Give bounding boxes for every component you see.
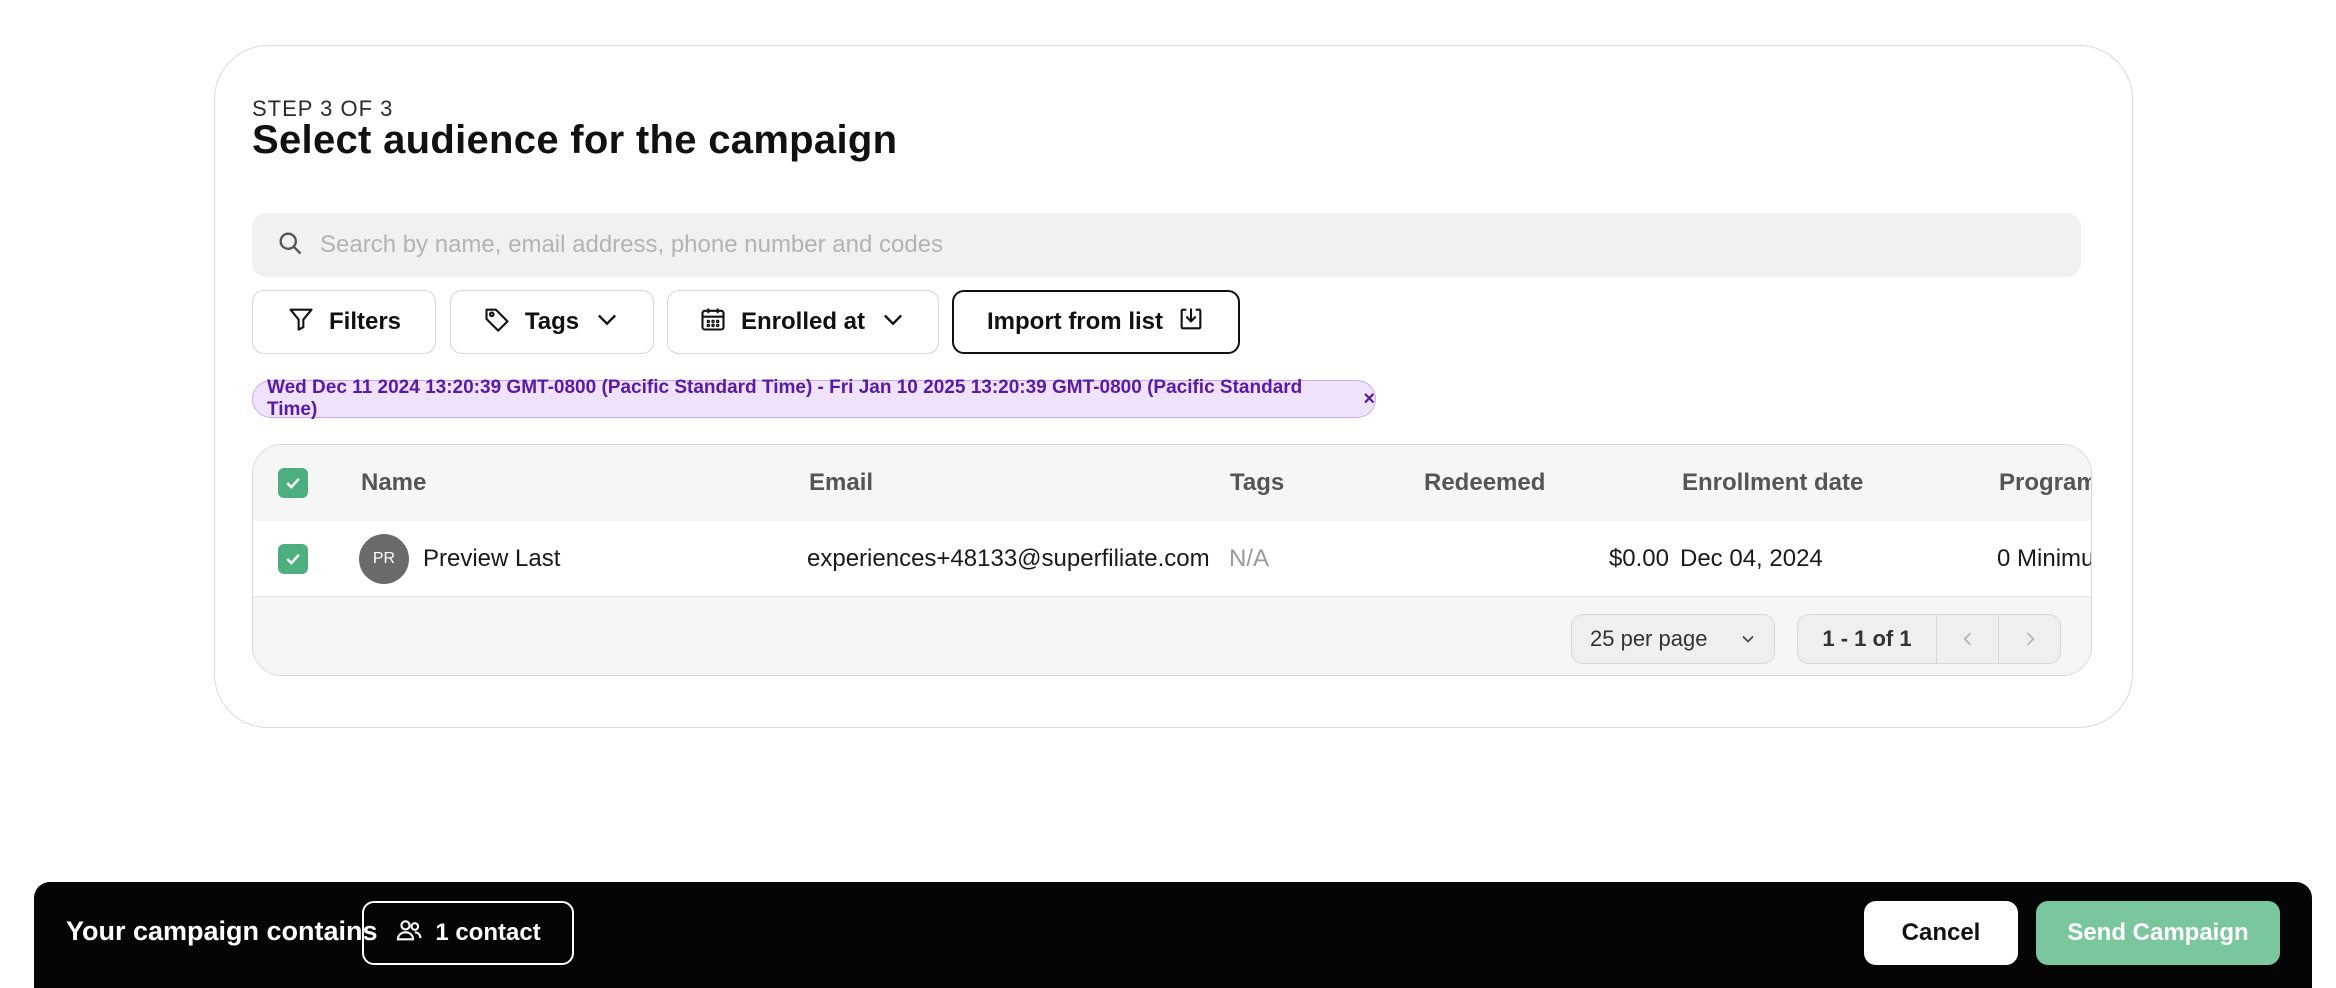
next-page-button[interactable]: [1998, 615, 2060, 663]
column-header-email[interactable]: Email: [809, 445, 873, 521]
date-range-filter-label: Wed Dec 11 2024 13:20:39 GMT-0800 (Pacif…: [267, 377, 1303, 420]
contact-count: 1 contact: [435, 919, 541, 946]
send-campaign-button[interactable]: Send Campaign: [2036, 901, 2280, 965]
avatar: PR: [359, 534, 409, 584]
contact-redeemed: $0.00: [1608, 545, 1669, 572]
date-range-filter-chip: Wed Dec 11 2024 13:20:39 GMT-0800 (Pacif…: [252, 377, 1376, 420]
previous-page-button[interactable]: [1937, 615, 1999, 663]
column-header-redeemed[interactable]: Redeemed: [1424, 445, 1545, 521]
campaign-summary-label: Your campaign contains: [66, 916, 378, 946]
download-icon: [1177, 305, 1205, 340]
row-checkbox[interactable]: [278, 521, 308, 597]
page-title: Select audience for the campaign: [252, 118, 898, 162]
contact-program: 0 Minimu: [1997, 545, 2092, 572]
contact-count-button[interactable]: 1 contact: [362, 901, 574, 965]
chevron-down-icon: [593, 305, 621, 340]
contact-name: Preview Last: [423, 545, 561, 572]
enrolled-at-dropdown[interactable]: Enrolled at: [667, 290, 939, 354]
column-header-enrollment-date[interactable]: Enrollment date: [1682, 445, 1863, 521]
search-icon: [276, 229, 304, 262]
enrolled-at-label: Enrolled at: [740, 308, 866, 335]
pager: 1 - 1 of 1: [1797, 614, 2061, 664]
per-page-value: 25 per page: [1590, 626, 1708, 651]
table-header: Name Email Tags Redeemed Enrollment date…: [253, 445, 2091, 521]
chevron-down-icon: [879, 305, 907, 340]
filter-icon: [287, 305, 315, 340]
calendar-icon: [699, 305, 727, 340]
tags-label: Tags: [524, 308, 580, 335]
tag-icon: [483, 305, 511, 340]
contact-enrollment-date: Dec 04, 2024: [1680, 545, 1823, 572]
users-icon: [395, 916, 423, 951]
chevron-right-icon: [2026, 632, 2035, 646]
contact-tags: N/A: [1229, 545, 1270, 572]
page-range: 1 - 1 of 1: [1798, 615, 1937, 663]
chevron-down-icon: [1742, 635, 1754, 643]
filters-label: Filters: [328, 308, 402, 335]
contact-name-cell: PR Preview Last: [359, 521, 560, 597]
chevron-left-icon: [1963, 632, 1971, 646]
search-input[interactable]: [320, 231, 2020, 259]
column-header-tags[interactable]: Tags: [1230, 445, 1284, 521]
table-pagination: 25 per page 1 - 1 of 1: [253, 598, 2091, 675]
column-header-program[interactable]: Program: [1999, 445, 2091, 521]
search-bar[interactable]: [252, 213, 2081, 277]
import-label: Import from list: [986, 308, 1163, 335]
contact-email: experiences+48133@superfiliate.com: [807, 545, 1210, 572]
filters-button[interactable]: Filters: [252, 290, 436, 354]
per-page-select[interactable]: 25 per page: [1571, 614, 1775, 664]
contacts-table: Name Email Tags Redeemed Enrollment date…: [252, 444, 2092, 676]
column-header-name[interactable]: Name: [361, 445, 426, 521]
cancel-button[interactable]: Cancel: [1864, 901, 2018, 965]
campaign-footer-bar: Your campaign contains 1 contact Cancel …: [34, 882, 2312, 988]
import-from-list-button[interactable]: Import from list: [952, 290, 1240, 354]
remove-filter-icon[interactable]: ×: [1363, 389, 1375, 409]
table-row[interactable]: PR Preview Last experiences+48133@superf…: [253, 521, 2091, 597]
tags-dropdown[interactable]: Tags: [450, 290, 654, 354]
select-all-checkbox[interactable]: [278, 445, 308, 521]
